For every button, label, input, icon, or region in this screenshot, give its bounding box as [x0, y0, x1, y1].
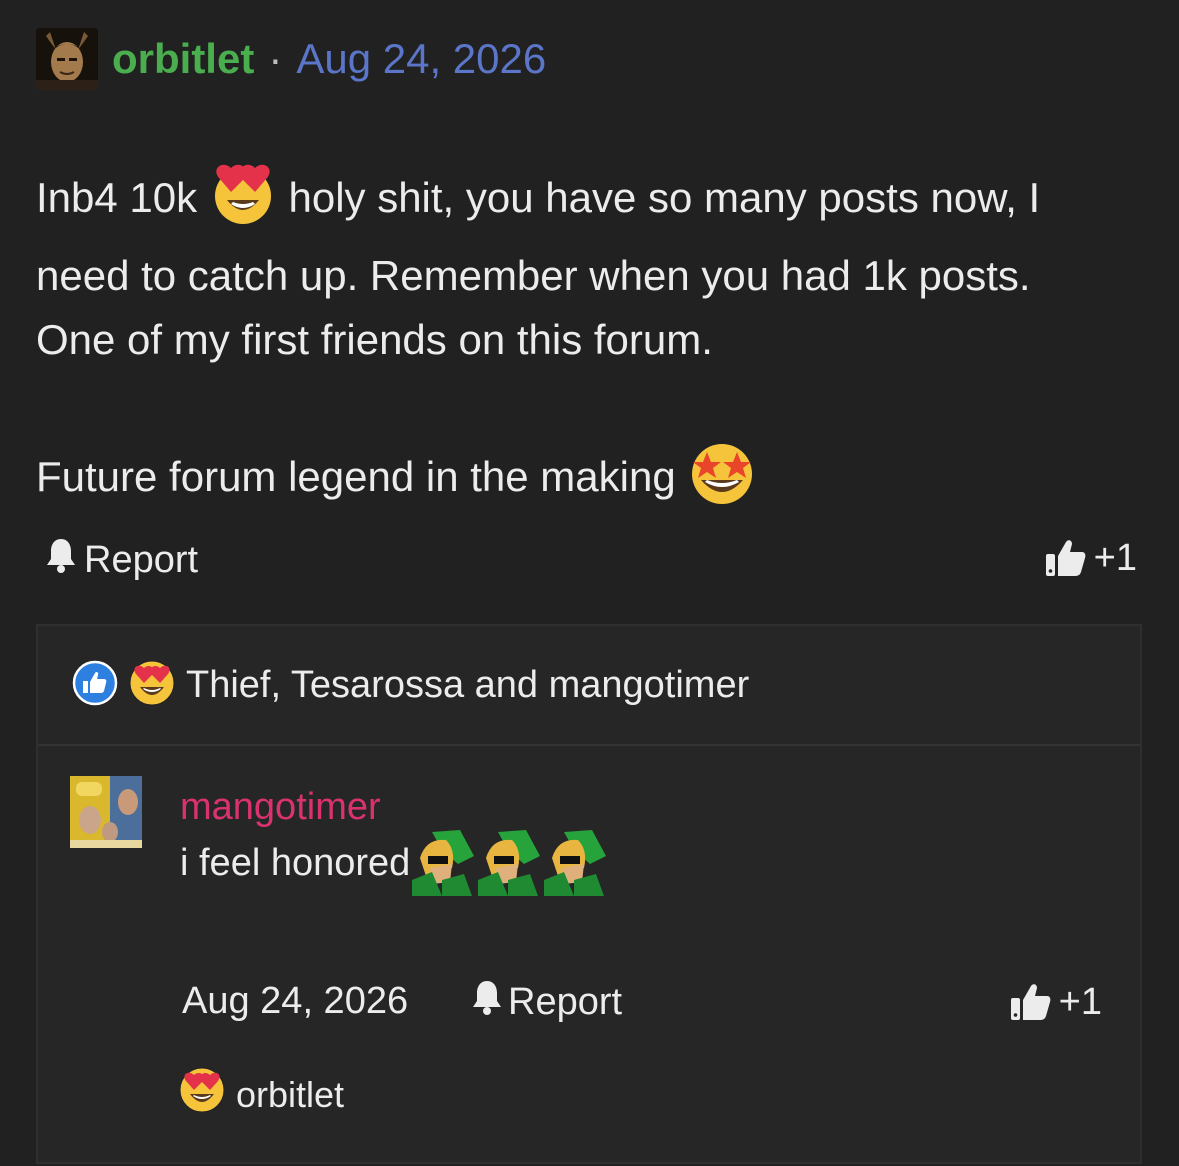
author-avatar[interactable]: [36, 28, 98, 90]
reply-reaction-users[interactable]: orbitlet: [236, 1074, 344, 1116]
post-header: orbitlet · Aug 24, 2026: [36, 28, 546, 90]
post-body-paragraph2: Future forum legend in the making: [36, 453, 676, 501]
like-count: +1: [1093, 536, 1137, 579]
author-name[interactable]: orbitlet: [112, 38, 254, 80]
link-emote-icon: [544, 830, 607, 896]
post-body-line2: need to catch up. Remember when you had …: [36, 252, 1031, 299]
reply-report-button[interactable]: Report: [470, 978, 622, 1026]
post-date[interactable]: Aug 24, 2026: [296, 38, 546, 80]
heart-eyes-emoji: [128, 659, 176, 712]
reply-comment: mangotimer i feel honored Aug 24, 2026 R…: [38, 746, 1140, 1166]
reply-author-avatar[interactable]: [70, 776, 142, 848]
reply-report-label: Report: [508, 980, 623, 1023]
reactions-summary[interactable]: Thief, Tesarossa and mangotimer: [38, 626, 1140, 746]
reply-panel: Thief, Tesarossa and mangotimer mangotim…: [36, 624, 1142, 1164]
like-button[interactable]: +1: [1044, 534, 1137, 582]
link-sunglasses-emotes: [412, 828, 610, 896]
reply-text: i feel honored: [180, 842, 411, 884]
report-button[interactable]: Report: [44, 536, 198, 584]
reply-like-button[interactable]: +1: [1009, 978, 1102, 1026]
link-emote-icon: [478, 830, 541, 896]
post-body-line3: One of my first friends on this forum.: [36, 316, 713, 363]
reply-date[interactable]: Aug 24, 2026: [182, 980, 408, 1023]
header-separator: ·: [268, 35, 283, 82]
forum-post: orbitlet · Aug 24, 2026 Inb4 10k holy sh…: [0, 0, 1179, 1164]
heart-eyes-emoji: [209, 158, 277, 244]
reaction-users[interactable]: Thief, Tesarossa and mangotimer: [186, 664, 749, 707]
link-emote-icon: [412, 830, 475, 896]
like-reaction-icon: [72, 660, 118, 711]
thumbs-up-icon: [1010, 984, 1051, 1020]
report-label: Report: [84, 538, 199, 581]
reply-author-name[interactable]: mangotimer: [180, 786, 381, 829]
thumbs-up-icon: [1045, 540, 1086, 576]
reply-reactions-summary[interactable]: orbitlet: [178, 1066, 344, 1123]
bell-icon: [44, 537, 78, 583]
heart-eyes-emoji: [178, 1066, 226, 1123]
post-body-line1-end: holy shit, you have so many posts now, I: [288, 174, 1041, 222]
post-body: Inb4 10k holy shit, you have so many pos…: [36, 158, 1146, 524]
star-struck-emoji: [687, 436, 757, 524]
post-body-line1-start: Inb4 10k: [36, 174, 198, 222]
bell-icon: [470, 979, 504, 1025]
reply-body: i feel honored: [180, 828, 610, 896]
reply-like-count: +1: [1058, 980, 1102, 1023]
